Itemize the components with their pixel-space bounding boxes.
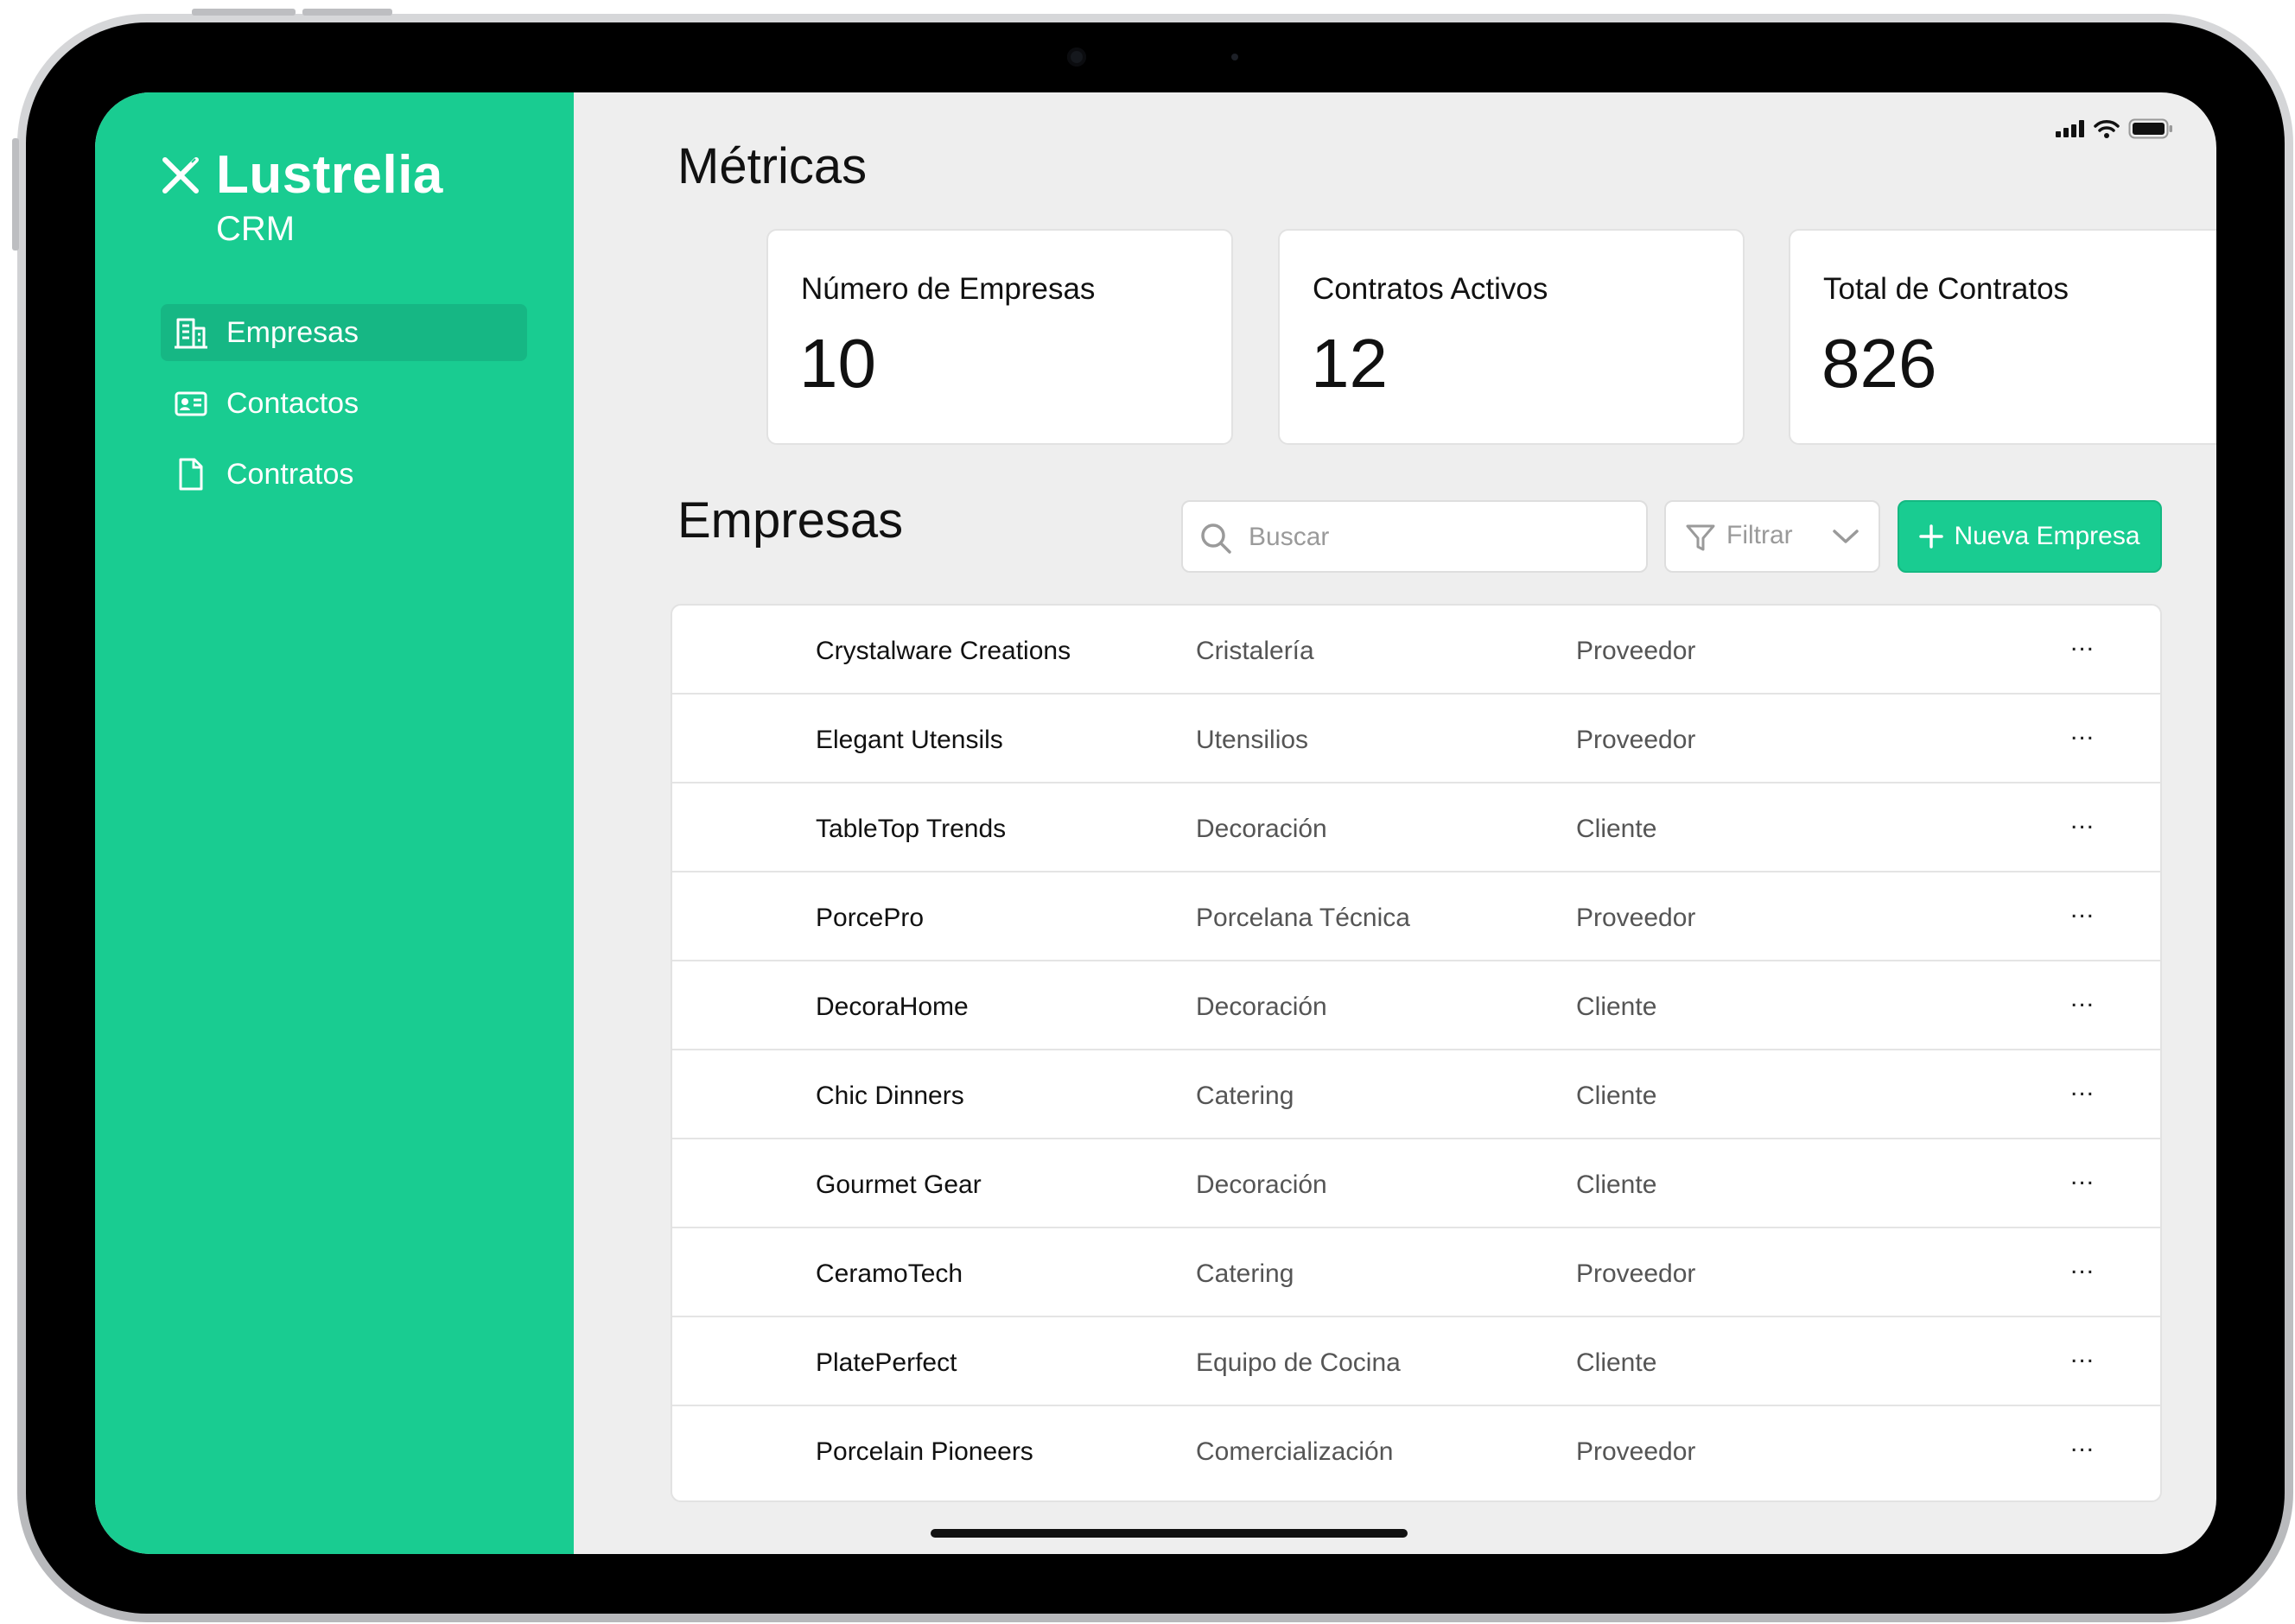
- table-row[interactable]: Crystalware Creations Cristalería Provee…: [672, 606, 2160, 695]
- company-type: Cliente: [1576, 1082, 1657, 1110]
- table-row[interactable]: PlatePerfect Equipo de Cocina Cliente ..…: [672, 1317, 2160, 1406]
- brand-name: Lustrelia: [216, 145, 443, 205]
- front-camera-icon: [1067, 48, 1086, 67]
- sidebar: Lustrelia CRM Empresas Contactos Contrat…: [95, 92, 574, 1554]
- home-indicator[interactable]: [931, 1529, 1408, 1538]
- search-icon: [1201, 523, 1231, 554]
- more-options-icon[interactable]: ...: [2070, 628, 2095, 657]
- building-icon: [175, 318, 207, 349]
- company-category: Cristalería: [1196, 637, 1314, 665]
- metrics-title: Métricas: [677, 138, 868, 194]
- metric-card-empresas: Número de Empresas 10: [766, 229, 1233, 445]
- sidebar-item-contratos[interactable]: Contratos: [161, 446, 527, 503]
- more-options-icon[interactable]: ...: [2070, 984, 2095, 1013]
- filter-dropdown[interactable]: Filtrar: [1664, 500, 1880, 573]
- volume-button-top-2: [302, 9, 392, 16]
- volume-button-top: [192, 9, 296, 16]
- company-name: Elegant Utensils: [816, 726, 1003, 754]
- table-row[interactable]: DecoraHome Decoración Cliente ...: [672, 961, 2160, 1050]
- metric-card-total-contratos: Total de Contratos 826: [1789, 229, 2216, 445]
- power-button-side: [12, 138, 19, 251]
- new-company-label: Nueva Empresa: [1954, 522, 2140, 550]
- metric-label: Total de Contratos: [1823, 272, 2069, 306]
- company-name: PlatePerfect: [816, 1348, 957, 1377]
- more-options-icon[interactable]: ...: [2070, 1162, 2095, 1191]
- more-options-icon[interactable]: ...: [2070, 895, 2095, 924]
- company-type: Cliente: [1576, 1348, 1657, 1377]
- company-type: Proveedor: [1576, 637, 1696, 665]
- main-content: Métricas Número de Empresas 10 Contratos…: [574, 92, 2216, 1554]
- table-row[interactable]: TableTop Trends Decoración Cliente ...: [672, 783, 2160, 872]
- company-name: Chic Dinners: [816, 1082, 964, 1110]
- brand-subtitle: CRM: [216, 210, 296, 248]
- company-category: Catering: [1196, 1082, 1294, 1110]
- chevron-down-icon: [1833, 530, 1859, 543]
- company-category: Utensilios: [1196, 726, 1309, 754]
- more-options-icon[interactable]: ...: [2070, 806, 2095, 835]
- company-category: Decoración: [1196, 993, 1327, 1021]
- more-options-icon[interactable]: ...: [2070, 1340, 2095, 1369]
- company-category: Decoración: [1196, 815, 1327, 843]
- company-name: PorcePro: [816, 904, 925, 932]
- company-name: Gourmet Gear: [816, 1170, 982, 1199]
- company-name: Crystalware Creations: [816, 637, 1071, 665]
- search-input[interactable]: [1247, 516, 1631, 559]
- companies-table: Crystalware Creations Cristalería Provee…: [671, 604, 2162, 1502]
- sidebar-item-label: Empresas: [226, 315, 359, 349]
- filter-icon: [1686, 524, 1715, 551]
- sensor-icon: [1231, 54, 1238, 60]
- company-type: Cliente: [1576, 993, 1657, 1021]
- sidebar-item-label: Contactos: [226, 386, 359, 420]
- document-icon: [179, 458, 203, 491]
- metric-value: 10: [799, 325, 876, 402]
- contact-card-icon: [175, 391, 207, 416]
- more-options-icon[interactable]: ...: [2070, 717, 2095, 746]
- sidebar-nav: Empresas Contactos Contratos: [161, 304, 527, 517]
- more-options-icon[interactable]: ...: [2070, 1429, 2095, 1458]
- metric-label: Número de Empresas: [801, 272, 1096, 306]
- table-row[interactable]: Gourmet Gear Decoración Cliente ...: [672, 1139, 2160, 1228]
- sidebar-item-contactos[interactable]: Contactos: [161, 375, 527, 432]
- company-type: Proveedor: [1576, 726, 1696, 754]
- screen: Lustrelia CRM Empresas Contactos Contrat…: [95, 92, 2216, 1554]
- table-row[interactable]: Chic Dinners Catering Cliente ...: [672, 1050, 2160, 1139]
- filter-label: Filtrar: [1726, 521, 1793, 549]
- utensils-logo-icon: [162, 153, 199, 193]
- company-category: Catering: [1196, 1259, 1294, 1288]
- company-name: TableTop Trends: [816, 815, 1007, 843]
- status-bar: [2056, 118, 2173, 139]
- sidebar-item-empresas[interactable]: Empresas: [161, 304, 527, 361]
- company-category: Decoración: [1196, 1170, 1327, 1199]
- brand: Lustrelia: [159, 144, 443, 206]
- company-category: Equipo de Cocina: [1196, 1348, 1401, 1377]
- plus-icon: [1919, 524, 1944, 549]
- metric-label: Contratos Activos: [1313, 272, 1548, 306]
- table-row[interactable]: Elegant Utensils Utensilios Proveedor ..…: [672, 695, 2160, 783]
- battery-icon: [2128, 118, 2172, 139]
- company-category: Comercialización: [1196, 1437, 1394, 1466]
- metric-value: 826: [1821, 325, 1937, 402]
- company-type: Proveedor: [1576, 1259, 1696, 1288]
- table-row[interactable]: Porcelain Pioneers Comercialización Prov…: [672, 1406, 2160, 1495]
- company-name: CeramoTech: [816, 1259, 963, 1288]
- more-options-icon[interactable]: ...: [2070, 1251, 2095, 1280]
- company-type: Cliente: [1576, 1170, 1657, 1199]
- company-type: Proveedor: [1576, 1437, 1696, 1466]
- sidebar-item-label: Contratos: [226, 457, 354, 491]
- companies-title: Empresas: [677, 492, 904, 549]
- new-company-button[interactable]: Nueva Empresa: [1898, 500, 2162, 573]
- more-options-icon[interactable]: ...: [2070, 1073, 2095, 1102]
- table-row[interactable]: PorcePro Porcelana Técnica Proveedor ...: [672, 872, 2160, 961]
- company-type: Proveedor: [1576, 904, 1696, 932]
- company-name: DecoraHome: [816, 993, 969, 1021]
- metric-card-contratos-activos: Contratos Activos 12: [1278, 229, 1745, 445]
- company-category: Porcelana Técnica: [1196, 904, 1410, 932]
- metric-value: 12: [1311, 325, 1388, 402]
- company-type: Cliente: [1576, 815, 1657, 843]
- wifi-icon: [2094, 120, 2120, 138]
- table-row[interactable]: CeramoTech Catering Proveedor ...: [672, 1228, 2160, 1317]
- company-name: Porcelain Pioneers: [816, 1437, 1033, 1466]
- cellular-signal-icon: [2056, 120, 2084, 137]
- search-box: [1181, 500, 1648, 573]
